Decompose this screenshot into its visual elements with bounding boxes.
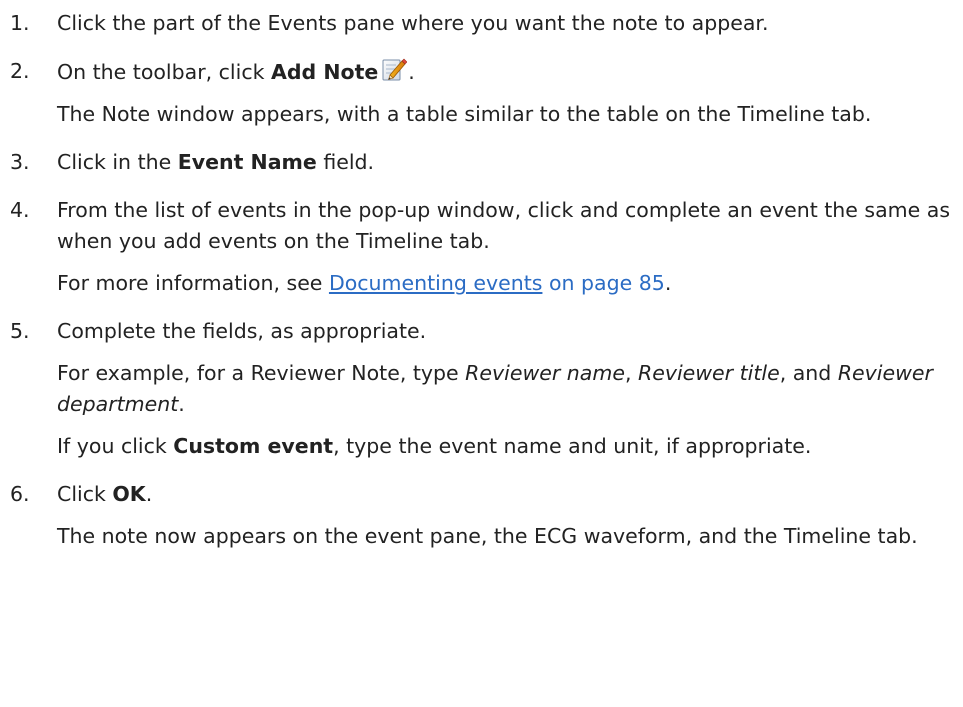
step-text: Click in the Event Name field. [57,147,963,178]
step-number: 4. [10,198,30,222]
detail-post: . [664,271,672,295]
step-custom-note: If you click Custom event, type the even… [57,431,963,462]
step-detail: For more information, see Documenting ev… [57,268,963,299]
step-2: 2. On the toolbar, click Add Note . The … [0,56,963,130]
step-detail: The Note window appears, with a table si… [57,102,872,126]
reviewer-name-term: Reviewer name [465,361,625,385]
step-text: Complete the fields, as appropriate. [57,319,427,343]
step-number: 6. [10,482,30,506]
step-3: 3. Click in the Event Name field. [0,147,963,178]
documenting-events-link[interactable]: Documenting events [329,271,543,295]
step-detail: The note now appears on the event pane, … [57,524,918,548]
example-pre: For example, for a Reviewer Note, type [57,361,466,385]
step-text-post: field. [316,150,375,174]
detail-pre: For more information, see [57,271,329,295]
step-text: On the toolbar, click Add Note . [57,56,963,88]
step-text: Click the part of the Events pane where … [57,11,769,35]
step-6: 6. Click OK. The note now appears on the… [0,479,963,552]
step-1: 1. Click the part of the Events pane whe… [0,8,963,39]
custom-event-label: Custom event [173,434,334,458]
procedure-steps: 1. Click the part of the Events pane whe… [0,0,963,552]
add-note-label: Add Note [270,60,379,84]
step-5: 5. Complete the fields, as appropriate. … [0,316,963,462]
step-example: For example, for a Reviewer Note, type R… [57,358,963,420]
ok-label: OK [112,482,146,506]
step-text-post: . [408,60,415,84]
step-text-pre: Click [57,482,113,506]
step-number: 5. [10,319,30,343]
custom-post: , type the event name and unit, if appro… [333,434,812,458]
example-post: . [178,392,185,416]
step-text: From the list of events in the pop-up wi… [57,198,951,253]
example-sep: , and [779,361,838,385]
example-sep: , [624,361,638,385]
custom-pre: If you click [57,434,174,458]
step-text-post: . [145,482,153,506]
step-4: 4. From the list of events in the pop-up… [0,195,963,299]
event-name-label: Event Name [177,150,317,174]
step-text-pre: On the toolbar, click [57,60,271,84]
step-text-pre: Click in the [57,150,178,174]
step-number: 2. [10,59,30,83]
step-text: Click OK. [57,479,963,510]
reviewer-title-term: Reviewer title [637,361,780,385]
step-number: 3. [10,150,30,174]
page-reference[interactable]: on page 85 [542,271,665,295]
step-number: 1. [10,11,30,35]
add-note-pencil-icon [381,56,408,82]
